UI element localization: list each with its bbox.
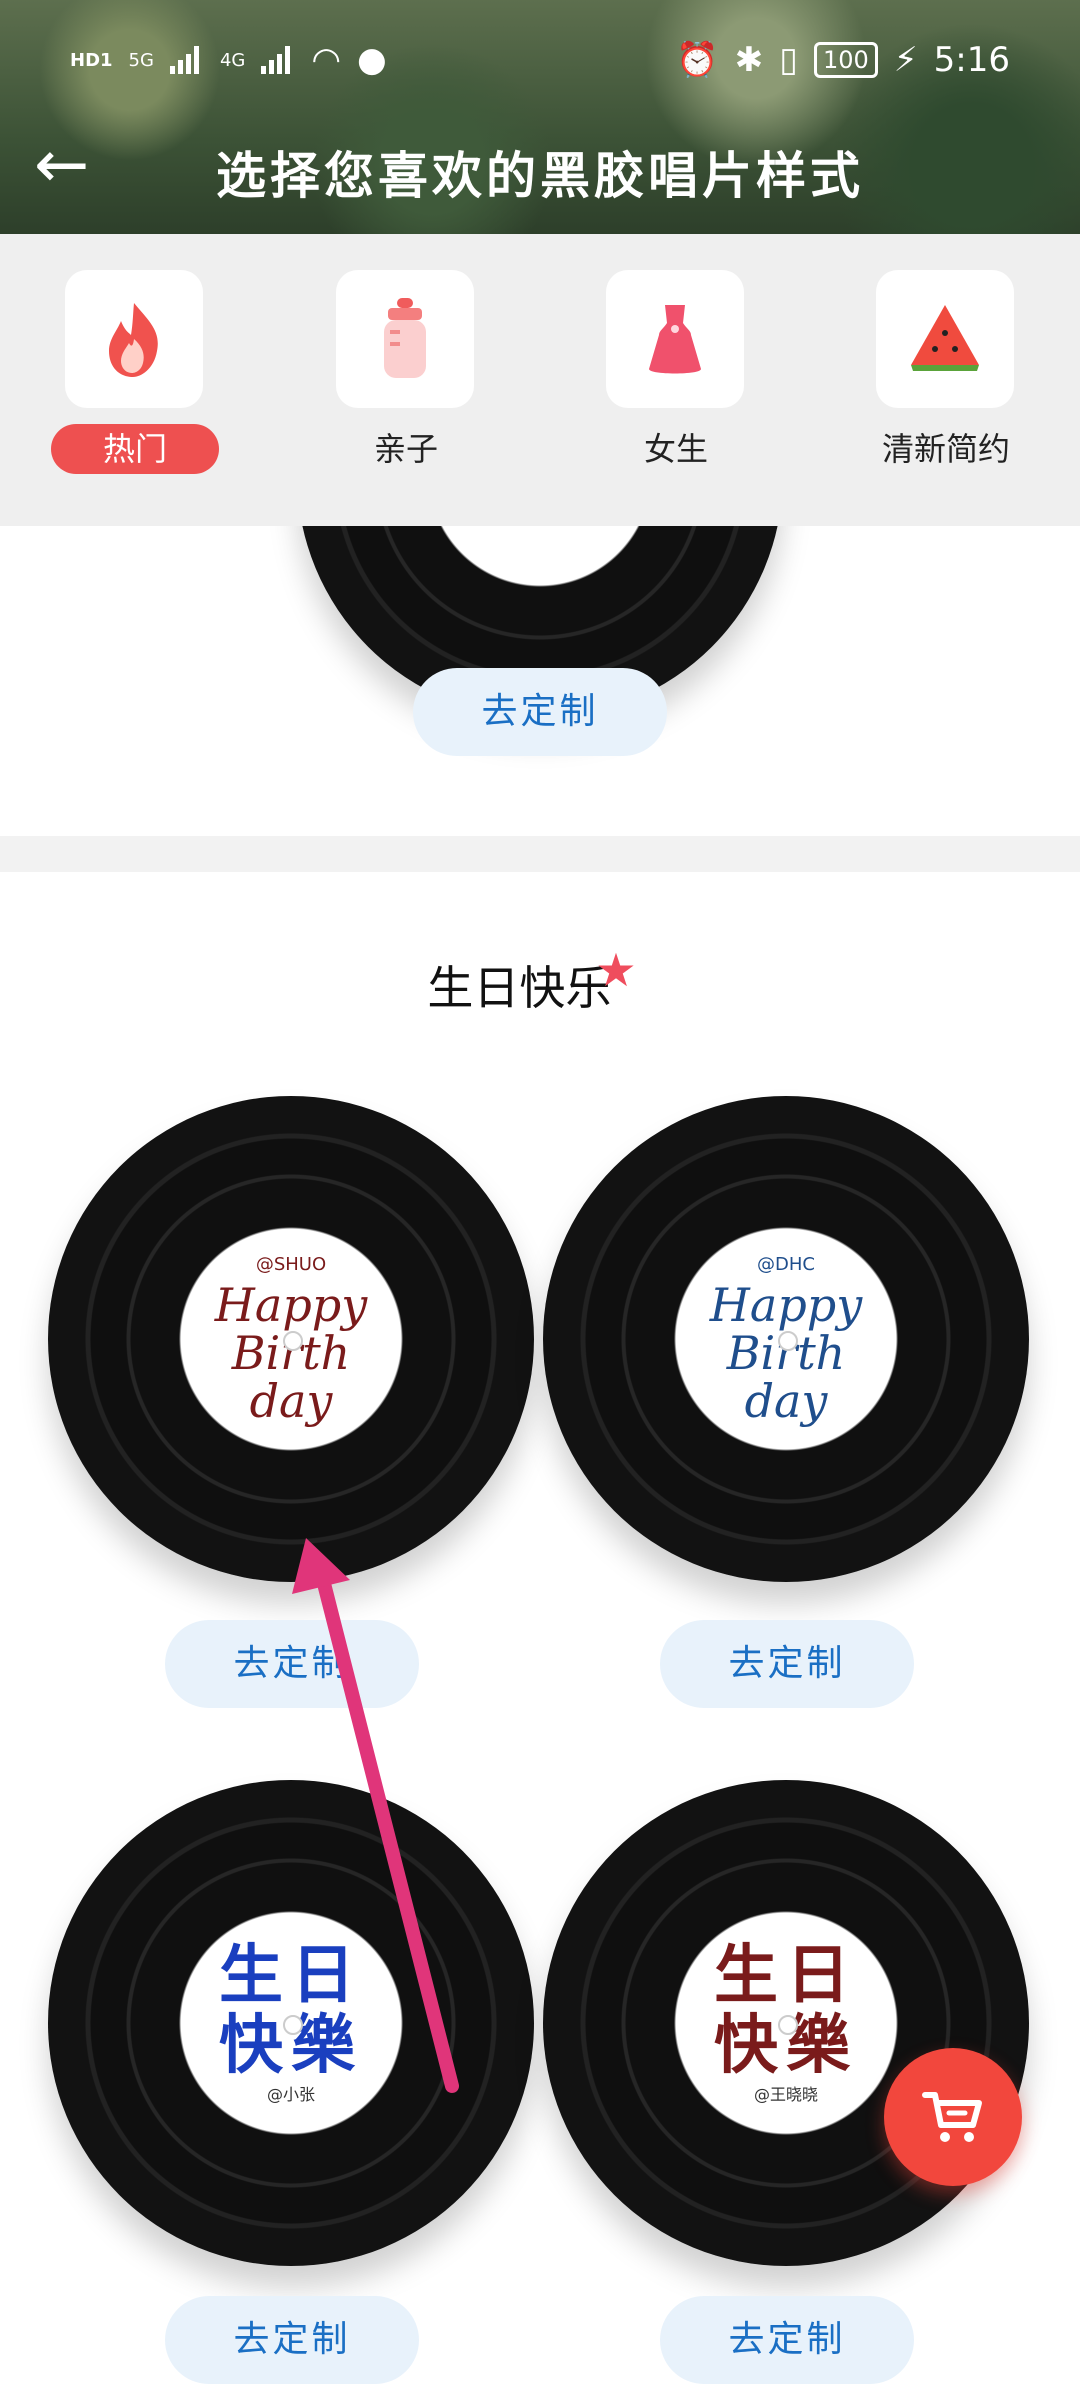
cart-icon <box>922 2092 982 2142</box>
annotation-arrow-icon <box>292 1538 459 2093</box>
cart-button[interactable] <box>884 2048 1022 2186</box>
